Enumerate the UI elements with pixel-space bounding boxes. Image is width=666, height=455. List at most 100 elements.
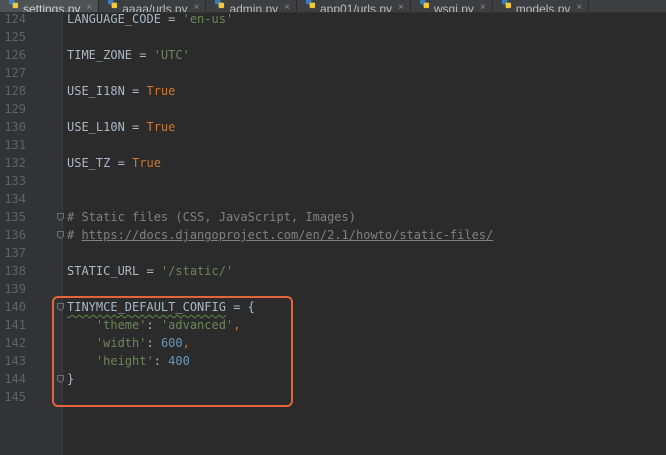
code-token: True [132,156,161,170]
code-line[interactable]: 142 'width': 600, [0,334,666,352]
line-number: 125 [4,30,26,44]
code-line[interactable]: 136 # https://docs.djangoproject.com/en/2… [0,226,666,244]
fold-marker-icon[interactable] [57,303,64,311]
fold-marker-icon[interactable] [57,231,64,239]
code-token: 'UTC' [153,48,190,62]
code-line[interactable]: 134 [0,190,666,208]
code-line[interactable]: 132 USE_TZ = True [0,154,666,172]
code-line[interactable]: 125 [0,28,666,46]
code-token: LANGUAGE_CODE = [67,12,183,26]
code-text: # Static files (CSS, JavaScript, Images) [67,208,356,226]
code-lines[interactable]: 124 LANGUAGE_CODE = 'en-us' 125 126 TIME_ZON… [0,10,666,406]
line-number: 128 [4,84,26,98]
code-token: : [146,336,161,350]
line-number: 145 [4,390,26,404]
code-token: } [67,372,75,386]
python-file-icon [108,0,118,9]
code-token: STATIC_URL = [67,264,161,278]
line-number: 134 [4,192,26,206]
code-line[interactable]: 124 LANGUAGE_CODE = 'en-us' [0,10,666,28]
line-number: 136 [4,228,26,242]
code-token: USE_I18N = [67,84,147,98]
line-number: 133 [4,174,26,188]
python-file-icon [215,0,225,9]
code-token: USE_L10N = [67,120,147,134]
line-number: 140 [4,300,26,314]
line-number: 124 [4,12,26,26]
code-text: STATIC_URL = '/static/' [67,262,233,280]
code-text: LANGUAGE_CODE = 'en-us' [67,10,233,28]
code-token: 'height' [95,354,154,368]
python-file-icon [501,0,511,9]
code-text: TIME_ZONE = 'UTC' [67,46,190,64]
python-file-icon [419,0,429,9]
line-number: 144 [4,372,26,386]
code-token: = { [225,300,255,314]
line-number: 132 [4,156,26,170]
code-line[interactable]: 130 USE_L10N = True [0,118,666,136]
code-token: # [67,228,82,242]
code-line[interactable]: 127 [0,64,666,82]
code-token: 400 [168,354,190,368]
code-token: 'advanced' [160,318,234,332]
code-line[interactable]: 137 [0,244,666,262]
code-token: TIME_ZONE = [67,48,154,62]
fold-marker-icon[interactable] [57,213,64,221]
code-token: True [146,120,176,134]
code-token: 'en-us' [182,12,234,26]
code-text: 'theme': 'advanced', [67,316,241,334]
code-line[interactable]: 145 [0,388,666,406]
line-number: 126 [4,48,26,62]
code-text: 'width': 600, [67,334,190,352]
line-number: 131 [4,138,26,152]
code-line[interactable]: 138 STATIC_URL = '/static/' [0,262,666,280]
code-line[interactable]: 135 # Static files (CSS, JavaScript, Imag… [0,208,666,226]
code-token: 600 [160,336,183,350]
code-token: 'width' [95,336,147,350]
code-token: , [233,318,241,332]
code-token: True [146,84,176,98]
line-number: 130 [4,120,26,134]
code-line[interactable]: 129 [0,100,666,118]
python-file-icon [305,0,316,9]
code-line[interactable]: 126 TIME_ZONE = 'UTC' [0,46,666,64]
code-line[interactable]: 131 [0,136,666,154]
code-token: , [182,336,190,350]
code-line[interactable]: 128 USE_I18N = True [0,82,666,100]
line-number: 137 [4,246,26,260]
code-line[interactable]: 133 [0,172,666,190]
line-number: 129 [4,102,26,116]
line-number: 138 [4,264,26,278]
line-number: 141 [4,318,26,332]
line-number: 143 [4,354,26,368]
line-number: 139 [4,282,26,296]
code-token: https://docs.djangoproject.com/en/2.1/ho… [81,228,494,242]
code-line[interactable]: 144} [0,370,666,388]
fold-marker-icon[interactable] [57,375,64,383]
code-line[interactable]: 139 [0,280,666,298]
code-text: # https://docs.djangoproject.com/en/2.1/… [67,226,493,244]
line-number: 135 [4,210,26,224]
code-text: TINYMCE_DEFAULT_CONFIG = { [67,298,255,316]
code-text: 'height': 400 [67,352,190,370]
line-number: 142 [4,336,26,350]
code-token: USE_TZ = [67,156,133,170]
code-token: : [153,354,169,368]
code-line[interactable]: 141 'theme': 'advanced', [0,316,666,334]
code-token: TINYMCE_DEFAULT_CONFIG [67,300,226,314]
python-file-icon [8,0,19,9]
code-editor[interactable]: settings.py × aaaa/urls.py × admin.py × app01/… [0,0,666,455]
code-token: '/static/' [160,264,234,278]
code-line[interactable]: 140 TINYMCE_DEFAULT_CONFIG = { [0,298,666,316]
code-text: USE_L10N = True [67,118,175,136]
code-token: # Static files (CSS, JavaScript, Images) [67,210,356,224]
line-number: 127 [4,66,26,80]
code-text: USE_I18N = True [67,82,175,100]
code-token: 'theme' [95,318,147,332]
code-text: USE_TZ = True [67,154,161,172]
code-text: } [67,370,74,388]
code-line[interactable]: 143 'height': 400 [0,352,666,370]
